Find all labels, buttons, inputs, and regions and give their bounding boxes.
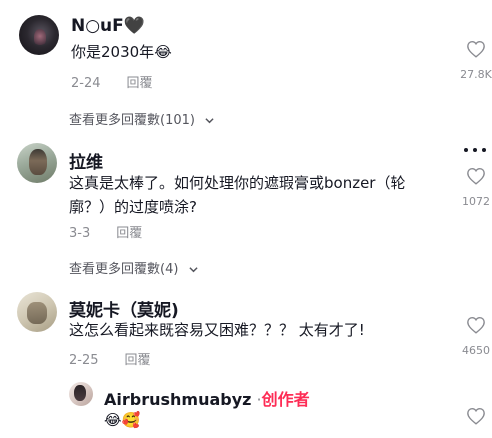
comment-text: 你是2030年😂	[71, 43, 172, 61]
comment-date: 3-3	[69, 226, 91, 241]
view-more-label: 查看更多回覆數(4)	[69, 262, 179, 277]
comment-meta: 3-3 回覆	[69, 222, 142, 241]
view-more-replies-button[interactable]: 查看更多回覆數(4)	[69, 258, 198, 277]
more-dot	[473, 148, 477, 152]
more-dot	[464, 148, 468, 152]
like-button[interactable]	[456, 407, 492, 425]
reply-username-row: Airbrushmuabyz ·创作者	[104, 386, 310, 410]
like-button[interactable]	[456, 316, 492, 334]
black-heart-icon: 🖤	[123, 16, 145, 36]
comment-username[interactable]: N○uF🖤	[71, 16, 145, 36]
comment-text-line: 廓？）的过度喷涂?	[69, 198, 197, 216]
heart-outline-icon	[467, 40, 485, 58]
view-more-label: 查看更多回覆數(101)	[69, 113, 195, 128]
laughing-emoji-icon: 😂	[154, 43, 172, 61]
avatar[interactable]	[17, 292, 57, 332]
creator-badge: 创作者	[261, 390, 310, 409]
heart-outline-icon	[467, 407, 485, 425]
heart-outline-icon	[467, 316, 485, 334]
comment-meta: 2-24 回覆	[71, 72, 153, 91]
chevron-down-icon	[205, 118, 214, 124]
avatar[interactable]	[19, 15, 59, 55]
more-options-button[interactable]	[464, 145, 488, 155]
comment-date: 2-24	[71, 76, 101, 91]
like-button[interactable]	[456, 167, 492, 185]
chevron-down-icon	[188, 267, 198, 273]
avatar[interactable]	[17, 143, 57, 183]
comment-username[interactable]: 拉维	[69, 148, 103, 173]
comment-date: 2-25	[69, 353, 99, 368]
like-count: 27.8K	[460, 68, 492, 81]
avatar[interactable]	[69, 382, 93, 406]
heart-outline-icon	[467, 167, 485, 185]
comment-text: 这怎么看起来既容易又困难？？？ 太有才了!	[69, 321, 365, 339]
reply-button[interactable]: 回覆	[116, 226, 142, 241]
comment-text: 这真是太棒了。如何处理你的遮瑕膏或bonzer（轮 廓？）的过度喷涂?	[69, 171, 405, 219]
like-button[interactable]	[456, 40, 492, 58]
reply-text: 😂🥰	[104, 411, 141, 429]
like-count: 1072	[462, 195, 490, 208]
reply-username[interactable]: Airbrushmuabyz	[104, 390, 251, 409]
separator: ·	[251, 390, 262, 409]
view-more-replies-button[interactable]: 查看更多回覆數(101)	[69, 109, 214, 128]
comment-text-line: 这真是太棒了。如何处理你的遮瑕膏或bonzer（轮	[69, 174, 406, 192]
reply-button[interactable]: 回覆	[125, 353, 151, 368]
more-dot	[482, 148, 486, 152]
reply-button[interactable]: 回覆	[127, 76, 153, 91]
comment-meta: 2-25 回覆	[69, 349, 151, 368]
like-count: 4650	[462, 344, 490, 357]
